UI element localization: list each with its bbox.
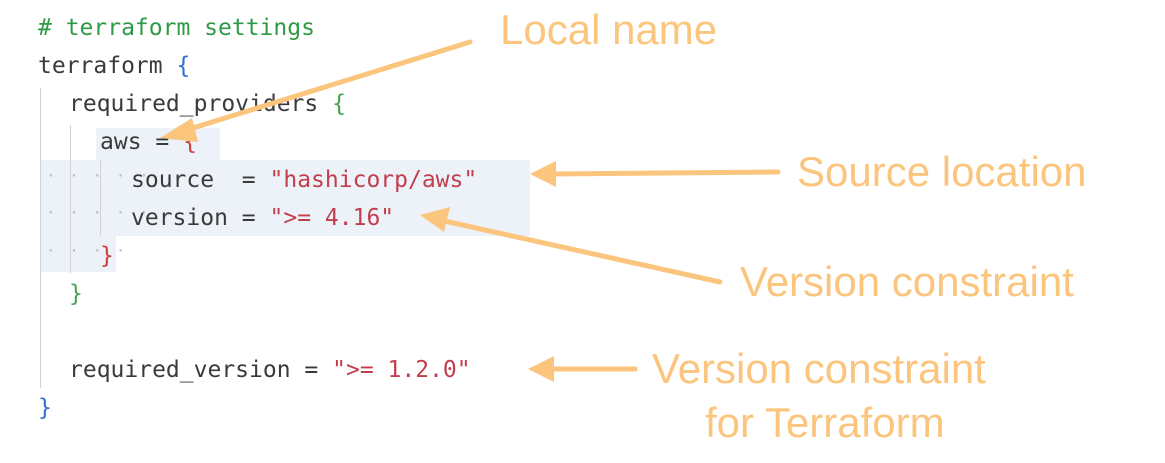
annotation-local-name: Local name <box>500 6 718 53</box>
arrow-version-constraint-terraform <box>528 356 638 382</box>
annotation-version-constraint-terraform-line2: for Terraform <box>705 399 945 446</box>
annotation-version-constraint: Version constraint <box>740 258 1074 305</box>
annotation-source-location: Source location <box>797 148 1087 195</box>
arrow-version-constraint <box>420 207 723 285</box>
arrow-local-name <box>160 39 473 142</box>
arrow-source-location <box>530 161 781 187</box>
annotation-arrows <box>160 39 781 382</box>
annotation-version-constraint-terraform-line1: Version constraint <box>652 345 986 392</box>
